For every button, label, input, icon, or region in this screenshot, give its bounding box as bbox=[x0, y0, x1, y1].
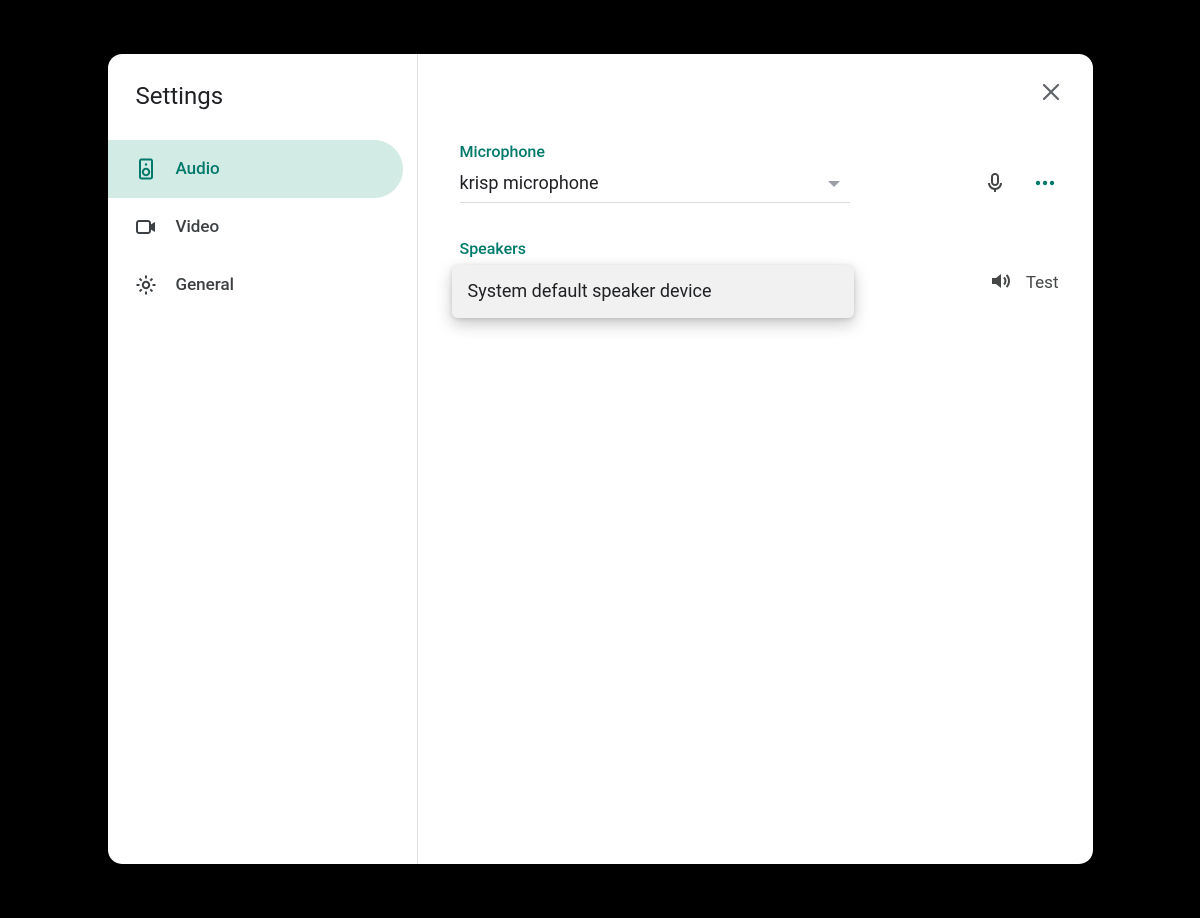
main-panel: Microphone krisp microphone bbox=[418, 54, 1093, 864]
speakers-label: Speakers bbox=[460, 239, 1059, 258]
microphone-icon-button[interactable] bbox=[981, 171, 1009, 199]
microphone-section: Microphone krisp microphone bbox=[460, 142, 1059, 203]
microphone-icon bbox=[983, 171, 1007, 199]
sidebar-item-label: Video bbox=[176, 217, 220, 237]
speaker-icon bbox=[134, 157, 158, 181]
sidebar-nav: Audio Video General bbox=[108, 140, 417, 314]
microphone-select[interactable]: krisp microphone bbox=[460, 167, 850, 203]
sidebar-title: Settings bbox=[108, 78, 417, 140]
speakers-test-row: Test bbox=[986, 269, 1059, 297]
sidebar-item-label: General bbox=[176, 275, 234, 295]
settings-dialog: Settings Audio bbox=[108, 54, 1093, 864]
video-icon bbox=[134, 215, 158, 239]
microphone-row: krisp microphone bbox=[460, 167, 1059, 203]
test-sound-icon-button[interactable] bbox=[986, 269, 1014, 297]
chevron-down-icon bbox=[828, 181, 840, 187]
sidebar: Settings Audio bbox=[108, 54, 418, 864]
speakers-dropdown-item[interactable]: System default speaker device bbox=[452, 275, 854, 308]
microphone-value: krisp microphone bbox=[460, 173, 599, 194]
more-horizontal-icon bbox=[1033, 171, 1057, 199]
more-options-button[interactable] bbox=[1031, 171, 1059, 199]
sidebar-item-general[interactable]: General bbox=[108, 256, 403, 314]
sidebar-item-audio[interactable]: Audio bbox=[108, 140, 403, 198]
microphone-actions bbox=[981, 171, 1059, 199]
microphone-label: Microphone bbox=[460, 142, 1059, 161]
sidebar-item-label: Audio bbox=[176, 159, 220, 179]
volume-icon bbox=[988, 269, 1012, 297]
gear-icon bbox=[134, 273, 158, 297]
test-button[interactable]: Test bbox=[1026, 273, 1059, 293]
sidebar-item-video[interactable]: Video bbox=[108, 198, 403, 256]
speakers-section: Speakers System default speaker device T… bbox=[460, 239, 1059, 258]
speakers-dropdown[interactable]: System default speaker device bbox=[452, 265, 854, 318]
